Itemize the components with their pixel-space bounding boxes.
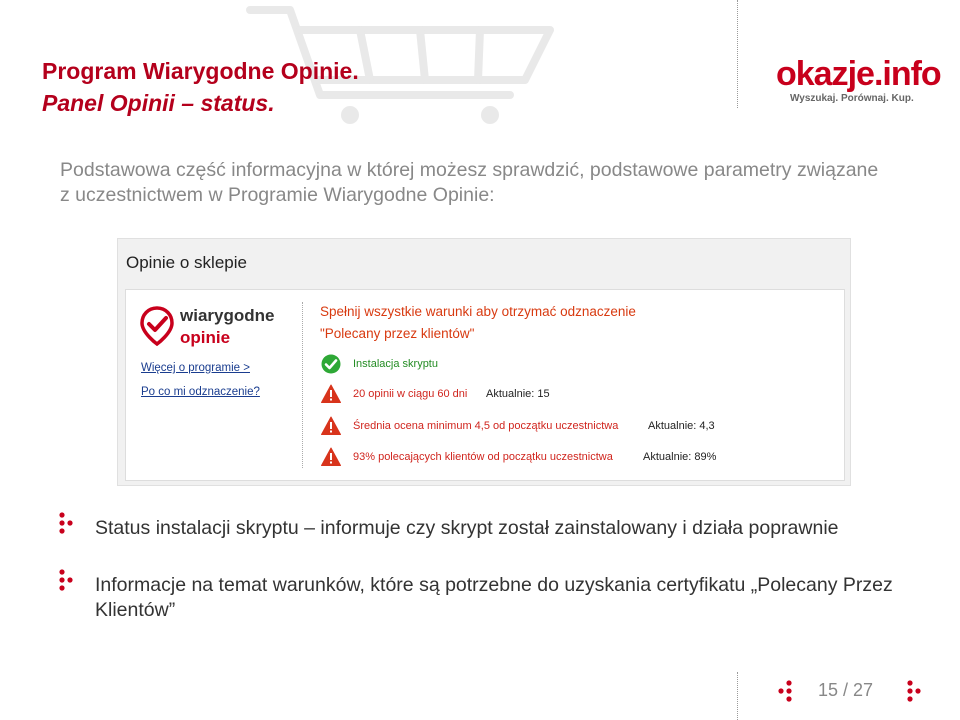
warning-icon <box>321 416 341 435</box>
slide-subtitle: Panel Opinii – status. <box>42 90 275 116</box>
condition-current-value: Aktualnie: 15 <box>486 388 550 400</box>
condition-label: 20 opinii w ciągu 60 dni <box>353 388 468 400</box>
logo-tagline: Wyszukaj. Porównaj. Kup. <box>790 93 914 104</box>
condition-row: Średnia ocena minimum 4,5 od początku uc… <box>321 416 821 438</box>
logo-word-opinie: opinie <box>180 328 231 347</box>
prev-page-dots-icon[interactable] <box>777 680 793 702</box>
condition-row: 93% polecających klientów od początku uc… <box>321 447 821 469</box>
condition-current-value: Aktualnie: 4,3 <box>648 420 715 432</box>
bullet-dots-icon <box>59 512 73 534</box>
bullet-dots-icon <box>59 569 73 591</box>
panel-screenshot: Opinie o sklepie wiarygodne opinie Więce… <box>117 238 851 486</box>
top-dotted-divider <box>737 0 738 108</box>
condition-label: 93% polecających klientów od początku uc… <box>353 451 613 463</box>
panel-divider <box>302 302 304 468</box>
page-number: 15 / 27 <box>818 680 874 700</box>
bottom-dotted-divider <box>737 672 738 720</box>
condition-current-value: Aktualnie: 89% <box>643 451 717 463</box>
panel-body: wiarygodne opinie Więcej o programie > P… <box>125 289 845 481</box>
condition-row: Instalacja skryptu <box>321 354 721 376</box>
wiarygodne-opinie-logo: wiarygodne opinie <box>140 304 290 354</box>
conditions-heading: Spełnij wszystkie warunki aby otrzymać o… <box>320 304 636 319</box>
logo-wordmark: okazje.info <box>776 55 942 93</box>
next-page-dots-icon[interactable] <box>906 680 922 702</box>
logo-word-wiarygodne: wiarygodne <box>180 306 275 325</box>
condition-row: 20 opinii w ciągu 60 dni Aktualnie: 15 <box>321 384 801 406</box>
panel-title: Opinie o sklepie <box>126 253 247 272</box>
why-badge-link[interactable]: Po co mi odznaczenie? <box>141 386 260 398</box>
warning-icon <box>321 384 341 403</box>
badge-name-heading: "Polecany przez klientów" <box>320 326 475 341</box>
warning-icon <box>321 447 341 466</box>
intro-text: Podstawowa część informacyjna w której m… <box>60 159 879 206</box>
slide-title: Program Wiarygodne Opinie. <box>42 58 359 84</box>
bullet-text: Status instalacji skryptu – informuje cz… <box>95 517 839 539</box>
bullet-text: Informacje na temat warunków, które są p… <box>95 574 893 621</box>
okazje-info-logo: okazje.info Wyszukaj. Porównaj. Kup. <box>776 55 942 107</box>
more-about-program-link[interactable]: Więcej o programie > <box>141 362 250 374</box>
badge-check-icon <box>140 306 174 346</box>
condition-label: Instalacja skryptu <box>353 358 438 370</box>
condition-label: Średnia ocena minimum 4,5 od początku uc… <box>353 420 619 432</box>
check-icon <box>321 354 341 374</box>
